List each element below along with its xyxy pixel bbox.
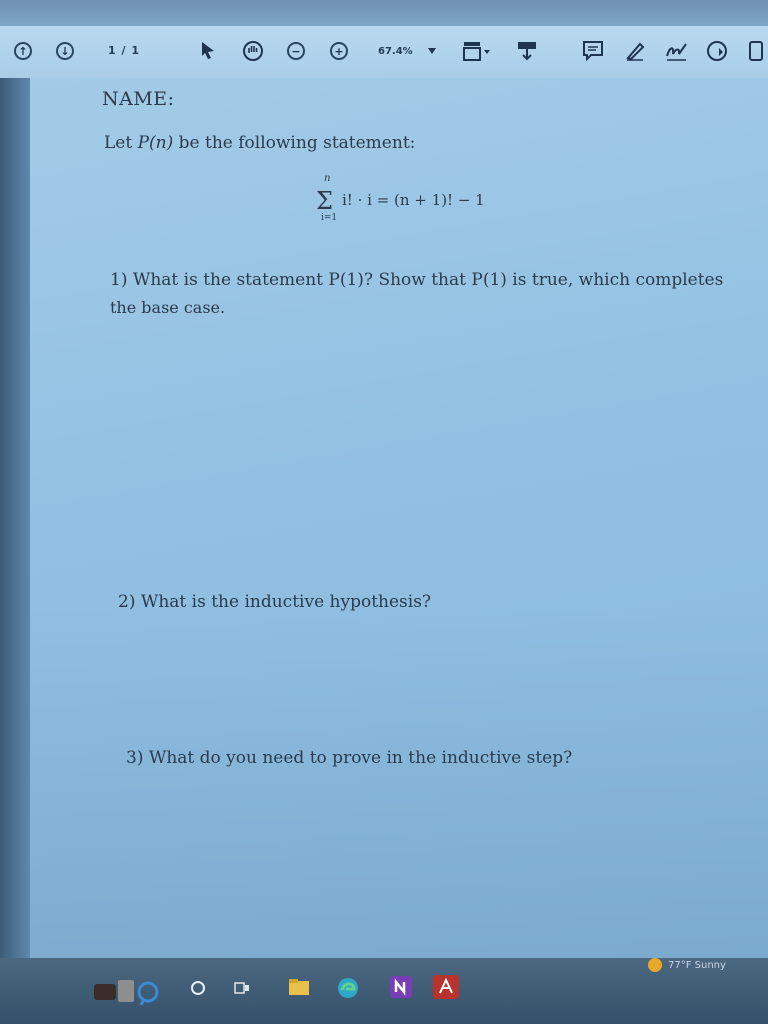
- sum-lower-limit: i=1: [321, 213, 338, 223]
- question-3: 3) What do you need to prove in the indu…: [126, 748, 573, 768]
- sign-icon[interactable]: [664, 40, 690, 62]
- pen-icon[interactable]: [624, 40, 646, 62]
- acrobat-icon[interactable]: [432, 974, 460, 1000]
- share-icon[interactable]: [706, 40, 728, 62]
- intro-function: P(n): [137, 133, 174, 153]
- task-view-icon[interactable]: [234, 980, 250, 996]
- search-icon[interactable]: [190, 980, 206, 996]
- hand-icon[interactable]: [242, 40, 264, 62]
- page-indicator[interactable]: 1 / 1: [108, 44, 140, 57]
- fit-page-icon[interactable]: [462, 40, 492, 62]
- intro-statement: Let P(n) be the following statement:: [104, 133, 415, 153]
- zoom-dropdown-icon[interactable]: [428, 48, 436, 54]
- viewer-left-margin: [0, 78, 30, 978]
- formula-expression: i! · i = (n + 1)! − 1: [342, 191, 485, 209]
- question-1-line-2: the base case.: [110, 298, 226, 317]
- zoom-level[interactable]: 67.4%: [378, 46, 413, 57]
- pdf-toolbar: ↑ ↓ 1 / 1 − + 67.4%: [0, 26, 768, 79]
- page-down-icon[interactable]: ↓: [56, 42, 74, 60]
- name-label: NAME:: [102, 88, 175, 110]
- question-1-line-1: 1) What is the statement P(1)? Show that…: [110, 270, 724, 290]
- weather-text: 77°F Sunny: [668, 959, 726, 971]
- intro-after: be the following statement:: [173, 133, 416, 153]
- sigma-symbol: Σ: [316, 187, 333, 215]
- question-2: 2) What is the inductive hypothesis?: [118, 592, 432, 612]
- sum-upper-limit: n: [324, 173, 331, 184]
- document-page: NAME: Let P(n) be the following statemen…: [30, 78, 768, 958]
- download-icon[interactable]: [516, 40, 538, 62]
- onenote-icon[interactable]: [388, 974, 414, 1000]
- widgets-icon[interactable]: [92, 976, 172, 1006]
- page-up-icon[interactable]: ↑: [14, 42, 32, 60]
- tools-icon[interactable]: [748, 40, 764, 62]
- zoom-in-icon[interactable]: +: [330, 42, 348, 60]
- photo-top-edge: [0, 0, 768, 26]
- select-arrow-icon[interactable]: [200, 40, 216, 60]
- sun-icon: [648, 958, 662, 972]
- zoom-out-icon[interactable]: −: [287, 42, 305, 60]
- summation-formula: n Σ i=1 i! · i = (n + 1)! − 1: [316, 173, 556, 233]
- file-explorer-icon[interactable]: [288, 978, 310, 996]
- edge-icon[interactable]: [336, 976, 360, 1000]
- intro-before: Let: [104, 133, 138, 153]
- weather-widget[interactable]: 77°F Sunny: [648, 958, 726, 972]
- comment-icon[interactable]: [582, 40, 604, 62]
